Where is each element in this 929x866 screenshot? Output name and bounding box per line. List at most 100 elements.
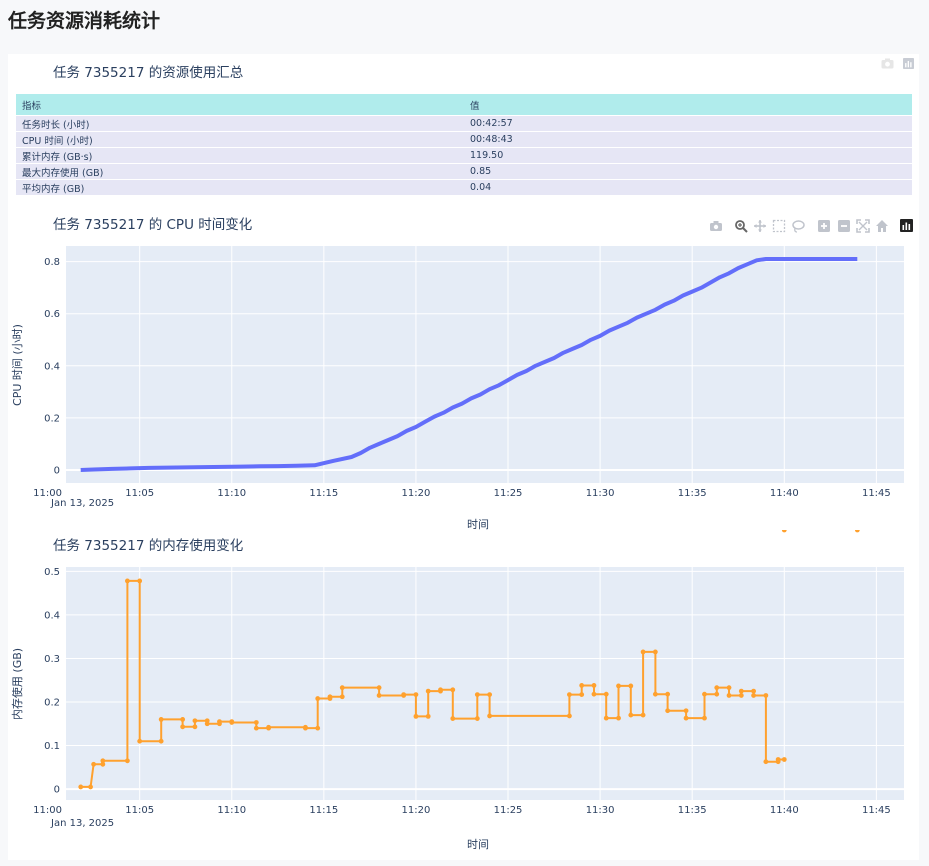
metric-cell: 最大内存使用 (GB) [16,163,464,180]
data-point [702,715,707,721]
zoom-out-icon[interactable] [838,220,850,232]
data-point [683,708,689,714]
x-tick-label: 11:05 [125,805,154,816]
chart-modebar [710,219,913,233]
y-tick-label: 0.8 [44,257,60,268]
x-tick-label: 11:00 [33,805,62,816]
plot-area[interactable] [66,246,904,483]
pan-icon[interactable] [754,220,766,232]
summary-table: 指标 值 任务时长 (小时) 00:42:57 CPU 时间 (小时) 00:4… [16,94,912,195]
y-tick-label: 0.4 [44,361,60,372]
y-tick-label: 0.5 [44,567,60,578]
cpu-time-chart[interactable]: 任务 7355217 的 CPU 时间变化 00.20.40.60.8 11:0… [8,208,919,534]
column-header-metric: 指标 [16,94,464,116]
data-point [376,693,382,698]
data-point [438,687,443,693]
data-point [180,724,186,730]
data-point [751,688,756,694]
data-point [327,694,333,700]
zoom-icon[interactable] [735,220,748,233]
data-point [579,692,585,698]
zoom-in-icon[interactable] [818,220,830,232]
x-tick-label: 11:20 [402,805,431,816]
x-tick-label: 11:40 [770,488,799,499]
data-point [137,738,143,744]
data-point [192,718,198,724]
box-select-icon[interactable] [772,219,786,233]
x-tick-label: 11:25 [494,805,523,816]
chart-title: 任务 7355217 的 CPU 时间变化 [53,217,252,233]
plotly-logo-icon[interactable] [902,58,915,69]
data-point [78,784,84,790]
data-point [616,683,621,689]
y-axis-label: 内存使用 (GB) [10,648,24,720]
data-point [781,530,787,533]
x-tick-label: 11:25 [494,488,523,499]
page-title: 任务资源消耗统计 [8,10,161,32]
y-tick-label: 0.6 [44,309,60,320]
x-tick-label: 11:15 [309,805,338,816]
data-point [315,696,321,701]
plotly-logo-icon[interactable] [900,219,913,232]
x-tick-label: 11:10 [217,805,246,816]
data-point [425,713,431,719]
camera-icon[interactable] [710,221,722,231]
data-point [665,691,671,697]
value-cell: 0.85 [464,163,912,180]
table-row: CPU 时间 (小时) 00:48:43 [16,131,912,148]
metric-cell: CPU 时间 (小时) [16,131,464,148]
data-point [376,685,382,691]
x-axis-ticks: 11:00 11:05 11:10 11:15 11:20 11:25 11:30 11:35… [33,805,891,816]
data-point [763,759,769,765]
data-point [315,725,321,731]
y-tick-label: 0 [54,785,60,796]
data-point [751,693,756,698]
data-point [640,649,646,655]
x-tick-label: 11:30 [586,488,615,499]
metric-cell: 平均内存 (GB) [16,179,464,195]
data-point [726,685,732,691]
camera-icon[interactable] [881,58,894,69]
memory-usage-chart[interactable]: 任务 7355217 的内存使用变化 0 0.1 0.2 0.3 0.4 0.5 11:0… [8,530,919,856]
table-modebar [881,58,915,69]
value-cell: 00:42:57 [464,115,912,132]
column-header-value: 值 [464,94,912,116]
table-row: 累计内存 (GB·s) 119.50 [16,147,912,164]
data-point [91,761,97,767]
data-point [124,578,130,584]
y-tick-label: 0.4 [44,610,60,621]
data-point [738,693,744,698]
data-point [567,692,572,698]
y-tick-label: 0.3 [44,654,60,665]
data-point [579,683,585,688]
plot-area[interactable] [66,567,904,800]
home-icon[interactable] [876,220,888,232]
data-point [474,692,480,698]
data-point [603,691,609,697]
data-point [303,725,308,731]
x-tick-label: 11:40 [770,805,799,816]
value-cell: 0.04 [464,179,912,195]
value-cell: 119.50 [464,147,912,164]
data-point [253,720,259,725]
x-date-label: Jan 13, 2025 [50,818,114,829]
table-header-row: 指标 值 [16,94,912,116]
data-point [192,724,198,730]
x-axis-label: 时间 [467,838,489,851]
data-point [88,784,93,790]
x-tick-label: 11:30 [586,805,615,816]
data-point [204,721,210,727]
data-point [217,719,222,725]
data-point [487,713,493,719]
data-point [591,691,597,697]
data-point [180,717,186,722]
data-point [640,712,646,718]
data-point [781,757,787,762]
data-point [763,693,769,698]
x-tick-label: 11:35 [678,805,707,816]
lasso-icon[interactable] [792,220,805,233]
data-point [702,691,707,697]
data-point [591,683,597,688]
data-point [652,649,658,655]
autoscale-icon[interactable] [856,219,870,233]
